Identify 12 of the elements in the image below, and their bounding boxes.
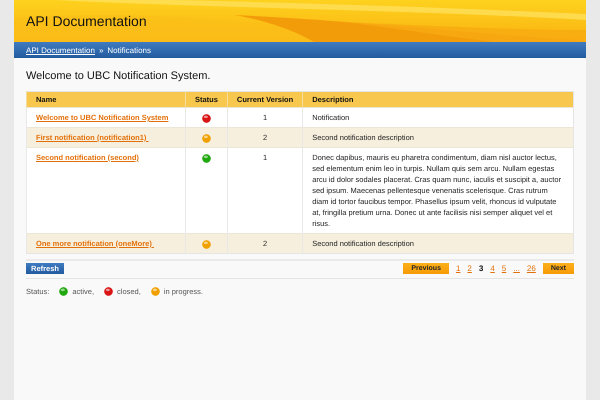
page-link[interactable]: 2: [467, 264, 472, 273]
page-heading: Welcome to UBC Notification System.: [26, 70, 212, 82]
page-link[interactable]: ...: [513, 264, 520, 273]
site-title: API Documentation: [26, 13, 147, 29]
page-link[interactable]: 3: [478, 264, 484, 273]
page-link[interactable]: 5: [502, 264, 506, 273]
page-link[interactable]: 4: [490, 264, 495, 273]
breadcrumb-link[interactable]: API Documentation: [26, 46, 95, 54]
breadcrumb-text: Notifications: [107, 46, 151, 54]
page-link[interactable]: 1: [456, 264, 460, 273]
breadcrumb-text: »: [98, 46, 104, 54]
page-link[interactable]: 26: [526, 264, 536, 273]
